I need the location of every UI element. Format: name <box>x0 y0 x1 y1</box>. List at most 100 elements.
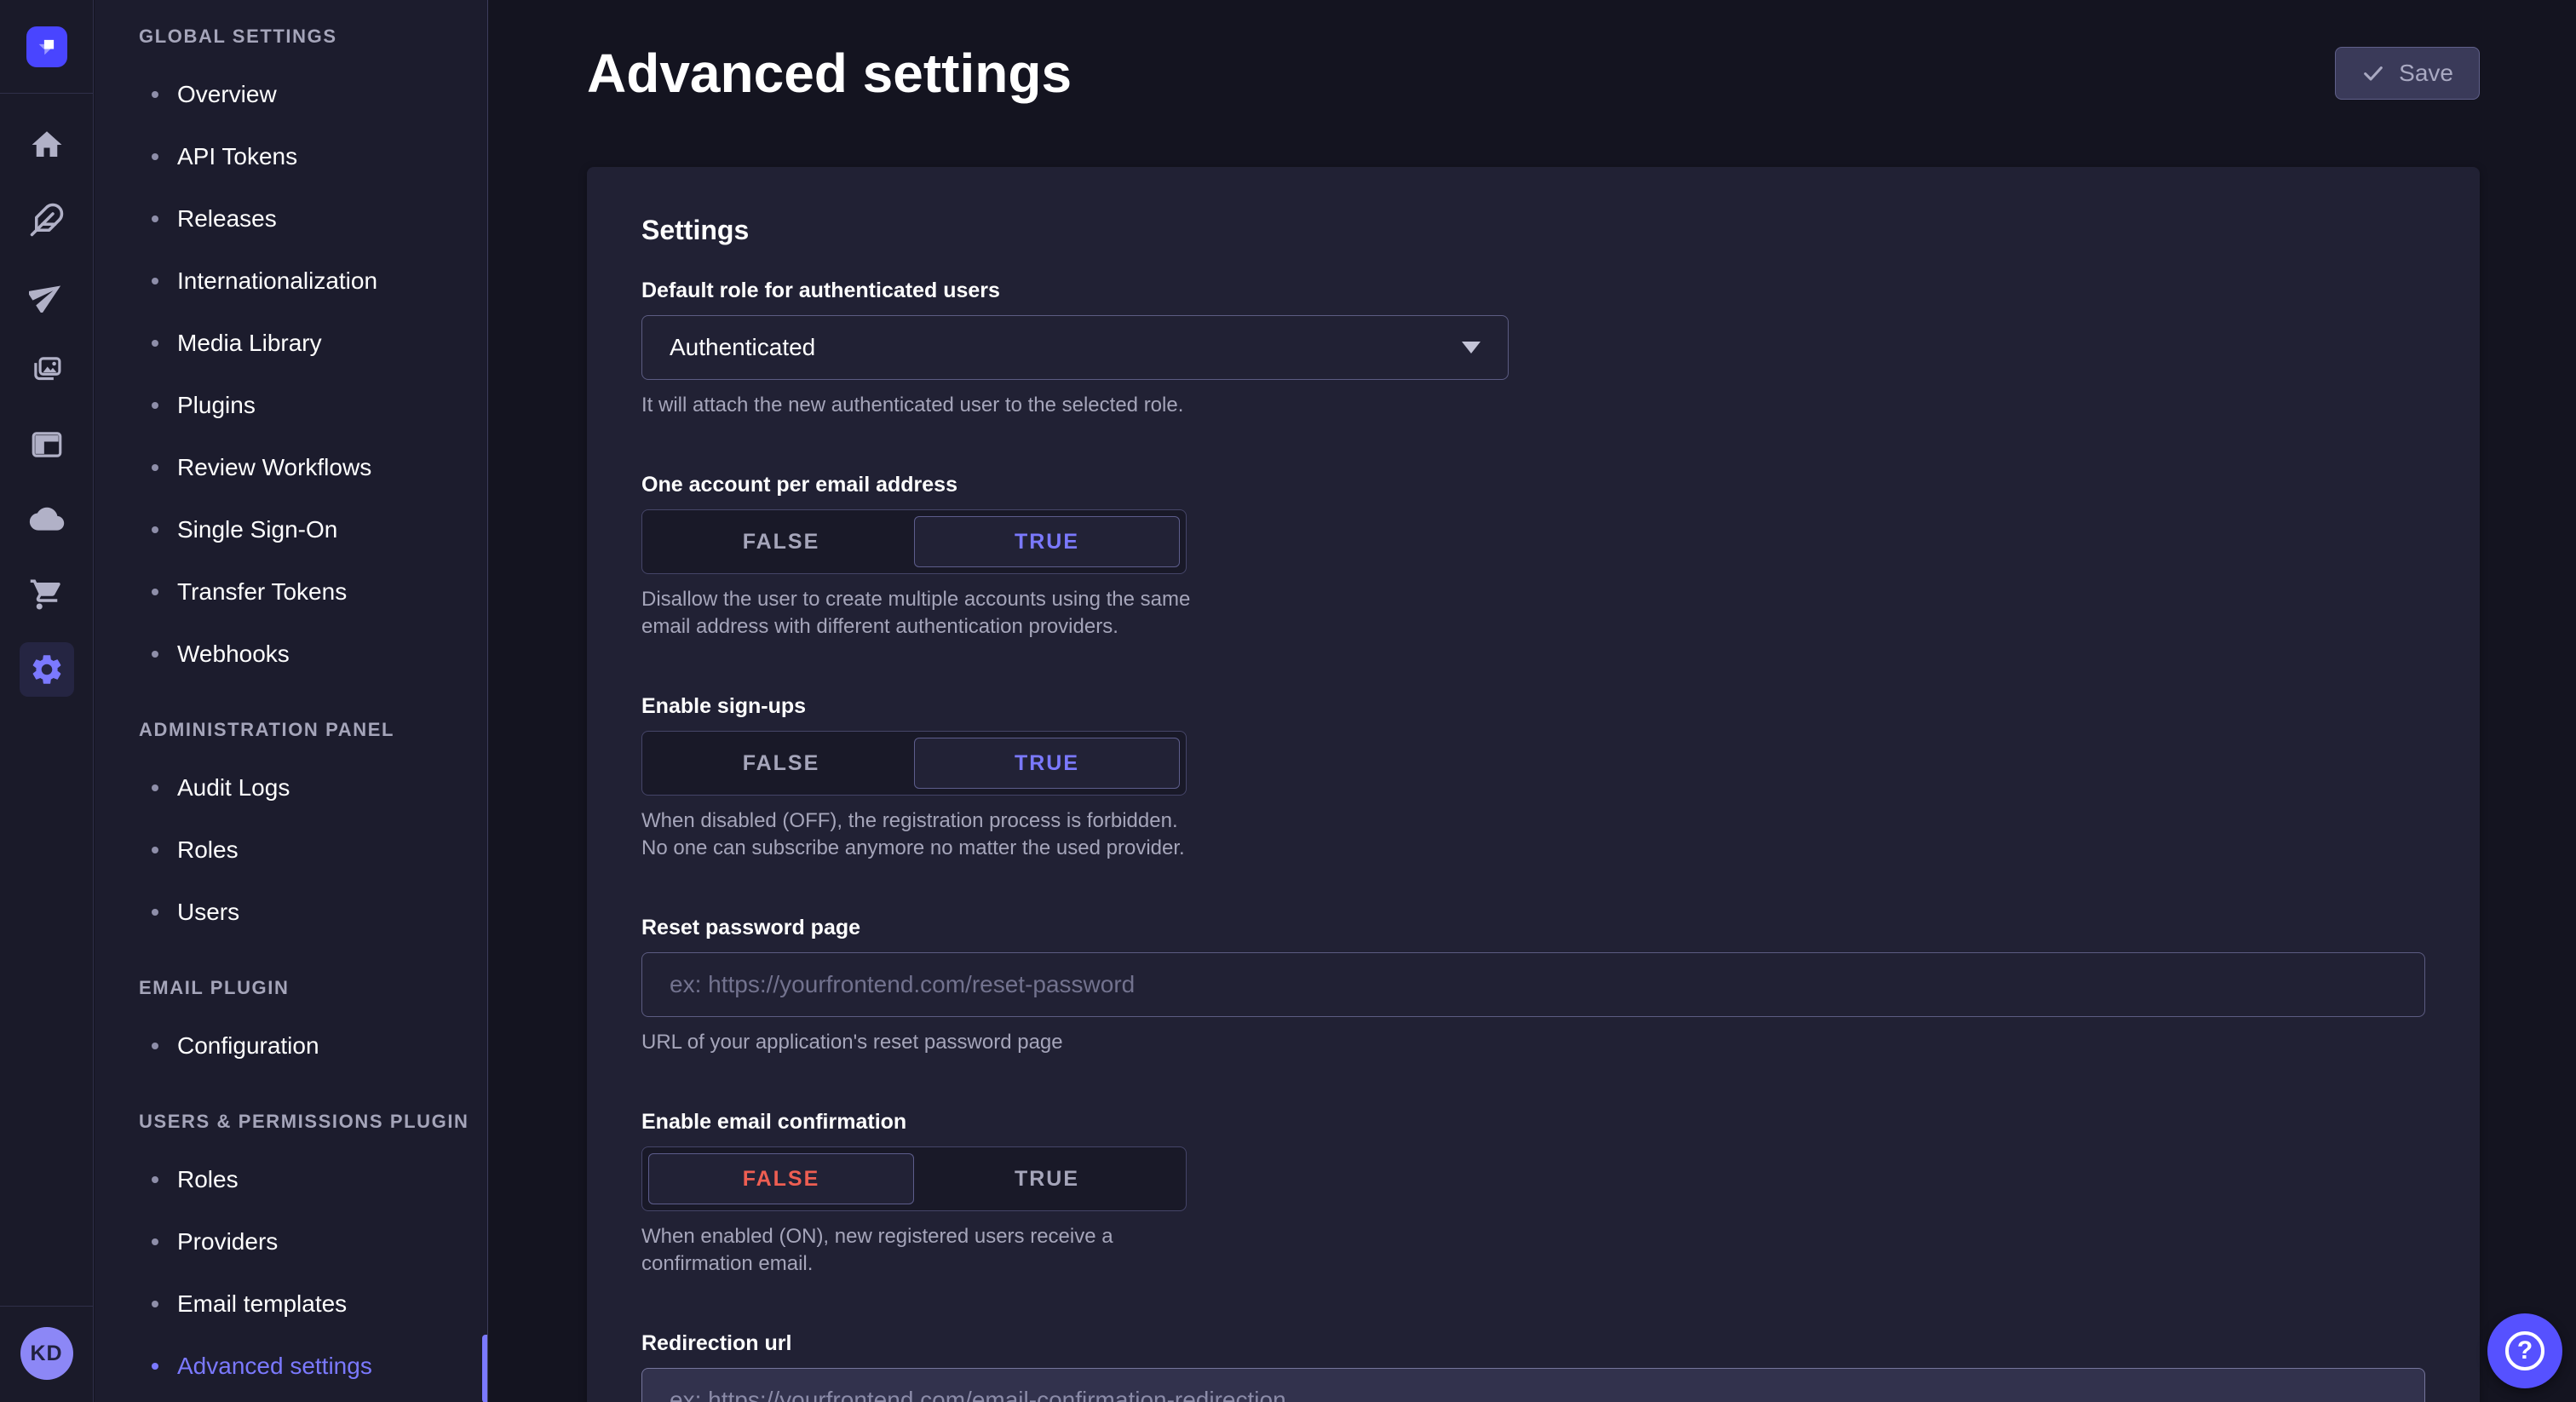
sidebar-item-releases[interactable]: Releases <box>139 187 487 250</box>
page-header: Advanced settings Save <box>587 43 2480 104</box>
main-content: Advanced settings Save Settings Default … <box>489 0 2576 1402</box>
section-title: EMAIL PLUGIN <box>139 977 487 999</box>
sidebar-item-label: API Tokens <box>177 143 297 170</box>
settings-section-title: Settings <box>641 213 2425 247</box>
sidebar-item-label: Single Sign-On <box>177 516 337 543</box>
logo-box <box>0 0 94 94</box>
select-value: Authenticated <box>670 334 815 361</box>
sidebar-item-label: Advanced settings <box>177 1353 372 1380</box>
one-account-toggle: FALSE TRUE <box>641 509 1187 574</box>
sidebar-item-email-configuration[interactable]: Configuration <box>139 1014 487 1077</box>
sidebar-item-providers[interactable]: Providers <box>139 1210 487 1273</box>
sidebar-item-label: Roles <box>177 836 239 864</box>
cart-icon <box>29 577 65 612</box>
sidebar-item-admin-roles[interactable]: Roles <box>139 819 487 881</box>
rail-item-content-builder[interactable] <box>20 192 74 247</box>
field-hint: When disabled (OFF), the registration pr… <box>641 807 1193 862</box>
bullet-icon <box>152 153 158 160</box>
save-button-label: Save <box>2399 60 2453 87</box>
rail-item-content-manager[interactable] <box>20 417 74 472</box>
field-label: Enable sign-ups <box>641 693 2425 719</box>
subnav-section-global: GLOBAL SETTINGS Overview API Tokens Rele… <box>139 26 487 685</box>
help-button[interactable]: ? <box>2487 1313 2562 1388</box>
feather-icon <box>29 202 65 238</box>
sidebar-item-webhooks[interactable]: Webhooks <box>139 623 487 685</box>
rail-item-deploy[interactable] <box>20 267 74 322</box>
default-role-select[interactable]: Authenticated <box>641 315 1509 380</box>
redirection-url-input[interactable] <box>641 1368 2425 1402</box>
sidebar-item-audit-logs[interactable]: Audit Logs <box>139 756 487 819</box>
sidebar-item-media-library[interactable]: Media Library <box>139 312 487 374</box>
toggle-true-option[interactable]: TRUE <box>914 1153 1180 1204</box>
bullet-icon <box>152 589 158 595</box>
bullet-icon <box>152 464 158 471</box>
question-mark-icon: ? <box>2505 1331 2544 1370</box>
sidebar-item-label: Releases <box>177 205 277 233</box>
rail-item-settings[interactable] <box>20 642 74 697</box>
sidebar-item-admin-users[interactable]: Users <box>139 881 487 943</box>
field-one-account-per-email: One account per email address FALSE TRUE… <box>641 472 2425 641</box>
strapi-logo[interactable] <box>26 26 67 67</box>
rail-item-home[interactable] <box>20 118 74 172</box>
rail-item-media-library[interactable] <box>20 342 74 397</box>
toggle-false-option[interactable]: FALSE <box>648 516 914 567</box>
sidebar-item-transfer-tokens[interactable]: Transfer Tokens <box>139 560 487 623</box>
sidebar-item-advanced-settings[interactable]: Advanced settings <box>139 1335 487 1397</box>
sidebar-item-email-templates[interactable]: Email templates <box>139 1273 487 1335</box>
subnav-section-email-plugin: EMAIL PLUGIN Configuration <box>139 977 487 1077</box>
content-manager-icon <box>29 427 65 463</box>
settings-subnav: GLOBAL SETTINGS Overview API Tokens Rele… <box>95 0 488 1402</box>
sidebar-item-label: Configuration <box>177 1032 319 1060</box>
save-button[interactable]: Save <box>2335 47 2480 100</box>
section-title: ADMINISTRATION PANEL <box>139 719 487 741</box>
reset-password-input[interactable] <box>641 952 2425 1017</box>
bullet-icon <box>152 91 158 98</box>
sidebar-item-label: Overview <box>177 81 277 108</box>
sidebar-item-review-workflows[interactable]: Review Workflows <box>139 436 487 498</box>
toggle-false-option[interactable]: FALSE <box>648 738 914 789</box>
field-label: Enable email confirmation <box>641 1109 2425 1135</box>
rail-footer: KD <box>0 1306 94 1402</box>
field-label: Default role for authenticated users <box>641 278 2425 303</box>
settings-gear-icon <box>29 652 65 687</box>
bullet-icon <box>152 651 158 658</box>
field-enable-email-confirmation: Enable email confirmation FALSE TRUE Whe… <box>641 1109 2425 1278</box>
avatar[interactable]: KD <box>20 1327 73 1380</box>
sidebar-item-api-tokens[interactable]: API Tokens <box>139 125 487 187</box>
bullet-icon <box>152 847 158 853</box>
field-redirection-url: Redirection url <box>641 1330 2425 1402</box>
home-icon <box>29 127 65 163</box>
sidebar-item-label: Plugins <box>177 392 256 419</box>
page-title: Advanced settings <box>587 43 1072 104</box>
subnav-section-admin-panel: ADMINISTRATION PANEL Audit Logs Roles Us… <box>139 719 487 943</box>
sidebar-item-internationalization[interactable]: Internationalization <box>139 250 487 312</box>
paper-plane-icon <box>29 277 65 313</box>
bullet-icon <box>152 278 158 284</box>
sidebar-item-overview[interactable]: Overview <box>139 63 487 125</box>
settings-card: Settings Default role for authenticated … <box>587 167 2480 1402</box>
bullet-icon <box>152 215 158 222</box>
toggle-false-option[interactable]: FALSE <box>648 1153 914 1204</box>
bullet-icon <box>152 1301 158 1307</box>
rail-item-cloud[interactable] <box>20 492 74 547</box>
rail-item-marketplace[interactable] <box>20 567 74 622</box>
chevron-down-icon <box>1462 342 1481 353</box>
field-label: One account per email address <box>641 472 2425 497</box>
cloud-icon <box>29 502 65 537</box>
strapi-logo-icon <box>34 34 60 60</box>
bullet-icon <box>152 340 158 347</box>
sidebar-item-plugins[interactable]: Plugins <box>139 374 487 436</box>
email-confirmation-toggle: FALSE TRUE <box>641 1146 1187 1211</box>
sidebar-item-up-roles[interactable]: Roles <box>139 1148 487 1210</box>
sidebar-item-single-sign-on[interactable]: Single Sign-On <box>139 498 487 560</box>
sidebar-item-label: Users <box>177 899 239 926</box>
media-library-icon <box>29 352 65 388</box>
bullet-icon <box>152 784 158 791</box>
sidebar-item-label: Media Library <box>177 330 322 357</box>
toggle-true-option[interactable]: TRUE <box>914 738 1180 789</box>
sidebar-item-label: Providers <box>177 1228 278 1255</box>
toggle-true-option[interactable]: TRUE <box>914 516 1180 567</box>
sidebar-item-label: Internationalization <box>177 267 377 295</box>
sidebar-item-label: Transfer Tokens <box>177 578 347 606</box>
active-item-indicator <box>482 1335 487 1402</box>
